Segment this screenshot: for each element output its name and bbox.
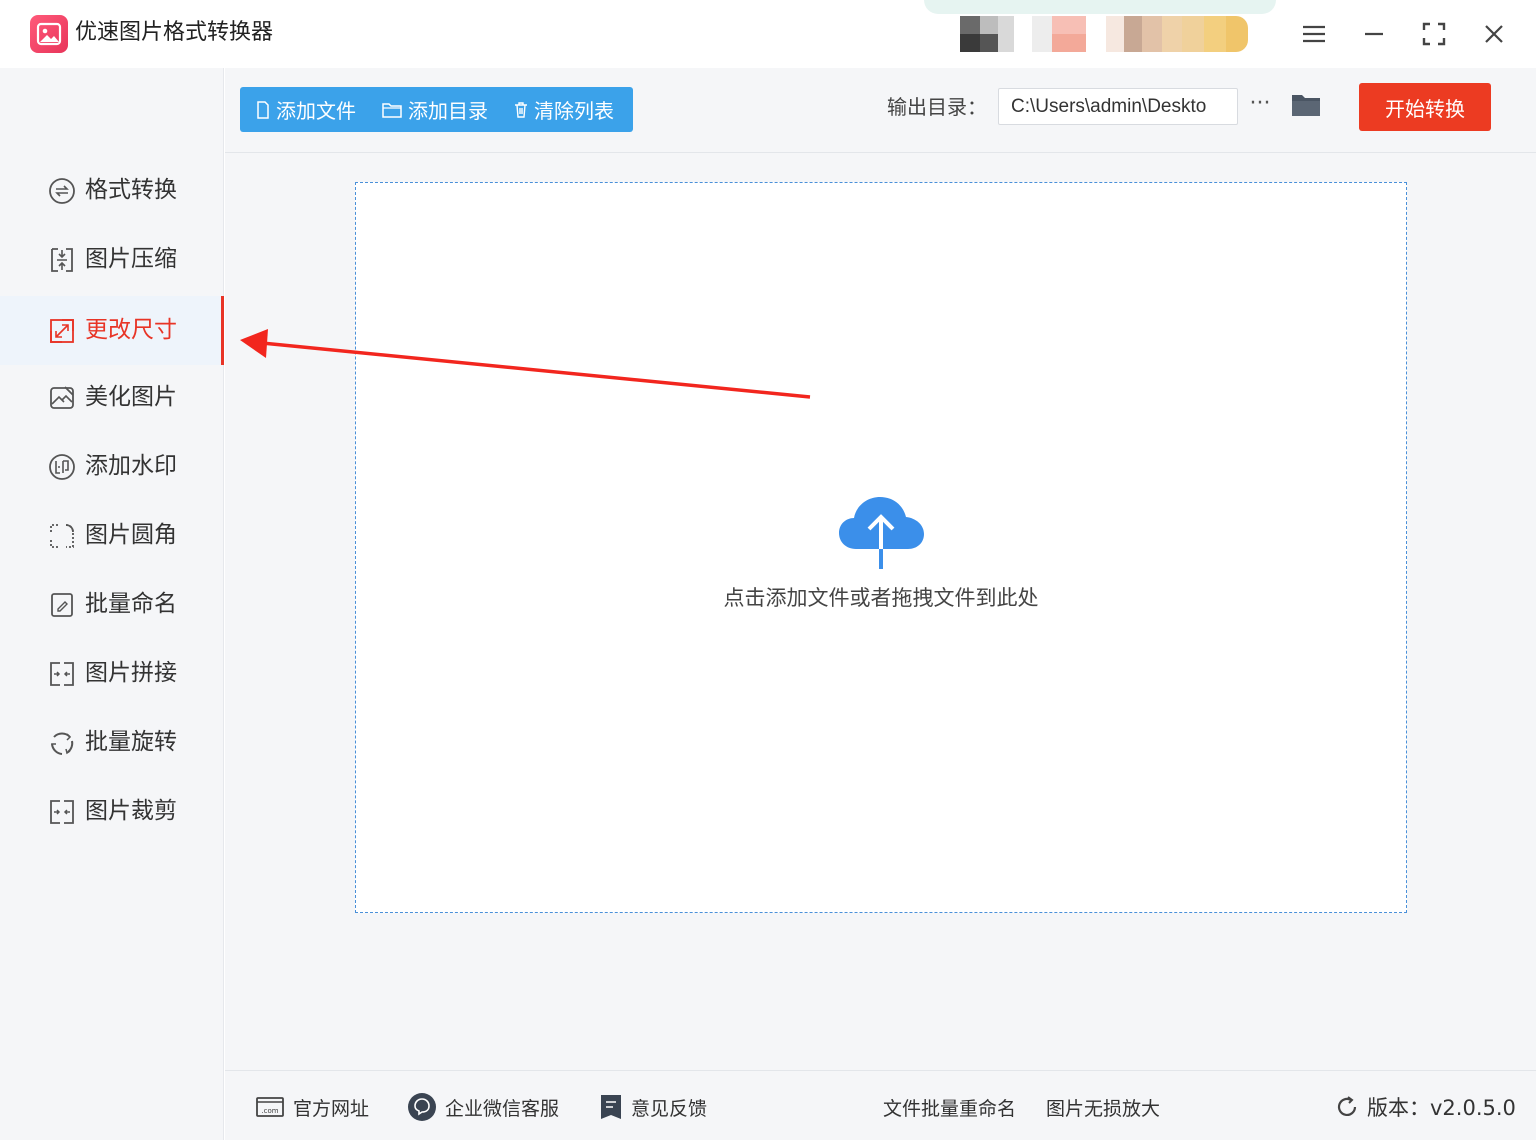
output-dir-label: 输出目录： [887, 95, 987, 119]
sidebar-item-crop[interactable]: 图片裁剪 [0, 777, 224, 846]
add-file-label: 添加文件 [276, 99, 356, 123]
toolbar: 添加文件 添加目录 清除列表 输出目录： C:\Users\admin\Desk… [225, 68, 1536, 153]
sidebar-item-label: 批量旋转 [85, 729, 177, 755]
output-dir-input[interactable]: C:\Users\admin\Deskto [998, 88, 1238, 125]
add-file-button[interactable]: 添加文件 [240, 87, 356, 132]
version-label: 版本：v2.0.5.0 [1367, 1096, 1516, 1120]
footer: .com 官方网址 企业微信客服 意见反馈 文件批量重命名 图片无损放大 版本：… [225, 1070, 1536, 1140]
feedback-link[interactable]: 意见反馈 [599, 1091, 707, 1123]
batch-rename-link[interactable]: 文件批量重命名 [883, 1091, 1016, 1123]
sidebar-item-label: 批量命名 [85, 591, 177, 617]
svg-text:.com: .com [261, 1107, 278, 1115]
trash-icon [515, 102, 527, 118]
stitch-icon [48, 660, 76, 688]
add-folder-button[interactable]: 添加目录 [356, 87, 488, 132]
folder-outline-icon [382, 102, 402, 118]
clear-list-label: 清除列表 [534, 99, 614, 123]
format-convert-icon [48, 177, 76, 205]
version-info[interactable]: 版本：v2.0.5.0 [1335, 1091, 1516, 1123]
dropzone-hint: 点击添加文件或者拖拽文件到此处 [723, 586, 1039, 610]
beautify-icon [48, 384, 76, 412]
start-convert-button[interactable]: 开始转换 [1359, 83, 1491, 131]
sidebar-item-beautify[interactable]: 美化图片 [0, 363, 224, 432]
app-title: 优速图片格式转换器 [75, 20, 274, 45]
app-window: 优速图片格式转换器 格式转换 图片压缩 更改尺寸 美化图片 添加水印 图片圆角 … [0, 0, 1536, 1140]
official-website-label: 官方网址 [293, 1097, 370, 1120]
refresh-icon [1337, 1096, 1357, 1116]
sidebar: 格式转换 图片压缩 更改尺寸 美化图片 添加水印 图片圆角 批量命名 图片拼接 … [0, 68, 224, 1140]
wechat-support-link[interactable]: 企业微信客服 [407, 1091, 559, 1123]
minimize-icon[interactable] [1358, 18, 1390, 50]
sidebar-item-label: 图片压缩 [85, 246, 177, 272]
close-icon[interactable] [1478, 18, 1510, 50]
rounded-corner-icon [48, 522, 76, 550]
add-folder-label: 添加目录 [408, 99, 488, 123]
more-options-button[interactable]: ··· [1247, 90, 1273, 120]
maximize-icon[interactable] [1418, 18, 1450, 50]
sidebar-item-watermark[interactable]: 添加水印 [0, 432, 224, 501]
main-area: 点击添加文件或者拖拽文件到此处 [225, 153, 1536, 1070]
sidebar-item-resize[interactable]: 更改尺寸 [0, 296, 224, 365]
sidebar-item-rotate[interactable]: 批量旋转 [0, 708, 224, 777]
rotate-icon [48, 729, 76, 757]
clear-list-button[interactable]: 清除列表 [488, 87, 614, 132]
wechat-support-label: 企业微信客服 [445, 1097, 560, 1120]
website-icon: .com [256, 1097, 284, 1117]
feedback-icon [601, 1095, 621, 1119]
sidebar-item-label: 图片裁剪 [85, 798, 177, 824]
open-folder-icon[interactable] [1291, 92, 1321, 120]
compress-icon [48, 246, 76, 274]
crop-icon [48, 798, 76, 826]
feedback-label: 意见反馈 [631, 1097, 708, 1120]
watermark-icon [48, 453, 76, 481]
app-logo-icon [30, 15, 68, 53]
promo-banner-blurred[interactable] [920, 0, 1280, 68]
sidebar-item-rounded-corner[interactable]: 图片圆角 [0, 501, 224, 570]
sidebar-item-compress[interactable]: 图片压缩 [0, 225, 224, 294]
sidebar-item-stitch[interactable]: 图片拼接 [0, 639, 224, 708]
rename-icon [48, 591, 76, 619]
title-bar: 优速图片格式转换器 [0, 0, 1536, 68]
batch-rename-label: 文件批量重命名 [883, 1097, 1017, 1120]
sidebar-item-label: 格式转换 [85, 177, 177, 203]
lossless-enlarge-link[interactable]: 图片无损放大 [1046, 1091, 1160, 1123]
official-website-link[interactable]: .com 官方网址 [255, 1091, 369, 1123]
cloud-upload-icon [839, 497, 924, 569]
sidebar-item-label: 添加水印 [85, 453, 177, 479]
file-action-group: 添加文件 添加目录 清除列表 [240, 87, 633, 132]
sidebar-item-label: 图片拼接 [85, 660, 177, 686]
wechat-icon [408, 1093, 436, 1121]
file-dropzone[interactable]: 点击添加文件或者拖拽文件到此处 [355, 182, 1407, 913]
sidebar-item-label: 更改尺寸 [85, 317, 177, 343]
file-icon [257, 100, 269, 119]
sidebar-item-label: 图片圆角 [85, 522, 177, 548]
sidebar-item-format-convert[interactable]: 格式转换 [0, 156, 224, 225]
menu-icon[interactable] [1298, 18, 1330, 50]
sidebar-item-label: 美化图片 [85, 384, 177, 410]
sidebar-item-rename[interactable]: 批量命名 [0, 570, 224, 639]
resize-icon [48, 317, 76, 345]
lossless-enlarge-label: 图片无损放大 [1046, 1097, 1161, 1120]
